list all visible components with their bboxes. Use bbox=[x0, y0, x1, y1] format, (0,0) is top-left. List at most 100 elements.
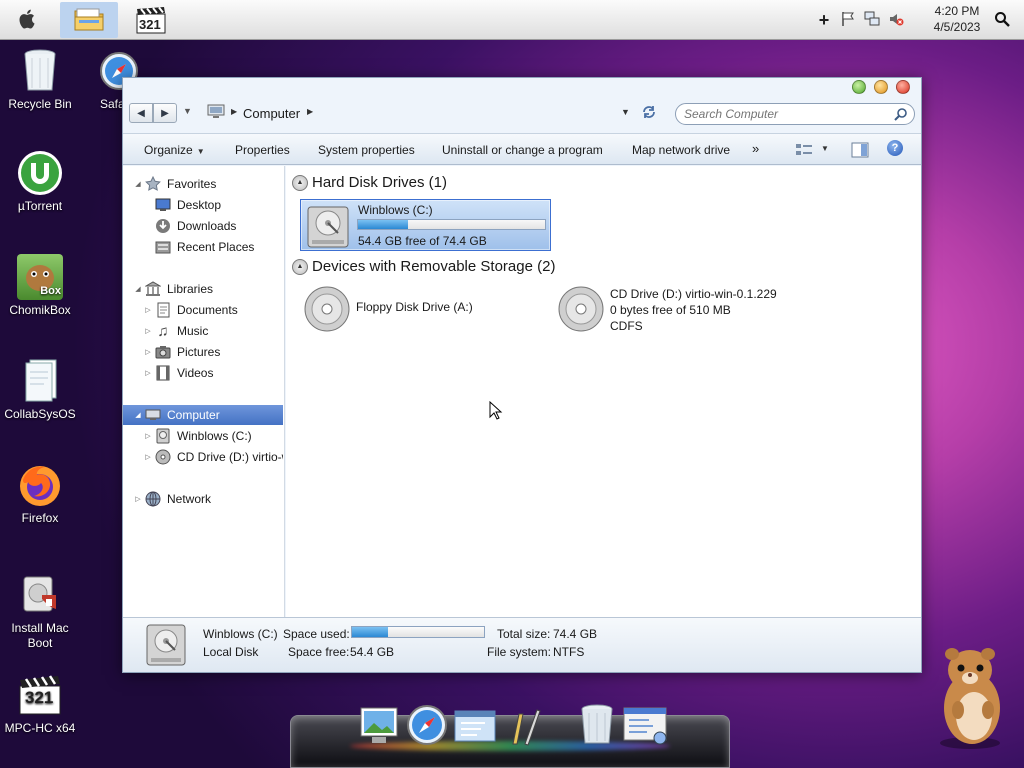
chevron-down-icon: ▼ bbox=[183, 106, 192, 116]
nav-item-drive-c[interactable]: ▷ Winblows (C:) bbox=[123, 426, 283, 446]
drive-name: Winblows (C:) bbox=[358, 203, 433, 217]
desktop-icon-recycle-bin[interactable]: Recycle Bin bbox=[0, 48, 80, 112]
nav-item-recent-places[interactable]: Recent Places bbox=[123, 237, 283, 257]
network-icon bbox=[864, 11, 880, 30]
document-folder-icon bbox=[17, 358, 63, 404]
drive-usage-bar bbox=[357, 219, 546, 230]
nav-item-music[interactable]: ▷ ♫ Music bbox=[123, 321, 283, 341]
dock-item-preview[interactable] bbox=[356, 703, 402, 749]
view-options-icon bbox=[795, 144, 813, 161]
menu-bar: 321 + 4:20 PM 4/5/2023 bbox=[0, 0, 1024, 40]
pen-tools-icon bbox=[503, 704, 543, 749]
breadcrumb-computer[interactable]: Computer bbox=[243, 106, 300, 121]
nav-item-label: Music bbox=[177, 324, 209, 338]
search-box[interactable] bbox=[675, 103, 915, 125]
nav-item-videos[interactable]: ▷ Videos bbox=[123, 363, 283, 383]
expand-arrow-icon[interactable]: ▷ bbox=[143, 348, 153, 356]
collapse-arrow-icon[interactable]: ◢ bbox=[133, 285, 143, 293]
search-icon[interactable] bbox=[894, 107, 908, 124]
collapse-arrow-icon[interactable]: ◢ bbox=[133, 411, 143, 419]
close-button[interactable] bbox=[896, 80, 910, 94]
desktop-icon-mpc-hc[interactable]: 321 MPC-HC x64 bbox=[0, 672, 80, 736]
nav-item-downloads[interactable]: Downloads bbox=[123, 216, 283, 236]
dock-item-editor[interactable] bbox=[500, 703, 546, 749]
hard-drive-icon bbox=[155, 428, 171, 444]
file-system-value: NTFS bbox=[553, 645, 585, 659]
mpc-hc-badge-text: 321 bbox=[25, 688, 54, 707]
refresh-button[interactable] bbox=[639, 103, 659, 123]
expand-arrow-icon[interactable]: ▷ bbox=[143, 432, 153, 440]
drive-tile-c[interactable]: Winblows (C:) 54.4 GB free of 74.4 GB bbox=[300, 199, 551, 251]
dock-item-trash[interactable] bbox=[574, 703, 620, 749]
desktop-icon-chomikbox[interactable]: Box ChomikBox bbox=[0, 254, 80, 318]
device-name: Floppy Disk Drive (A:) bbox=[356, 300, 473, 314]
map-network-drive-button[interactable]: Map network drive bbox=[632, 143, 730, 157]
forward-arrow-icon: ▶ bbox=[161, 107, 169, 119]
expand-arrow-icon[interactable]: ▷ bbox=[143, 306, 153, 314]
expand-arrow-icon[interactable]: ▷ bbox=[143, 327, 153, 335]
clock[interactable]: 4:20 PM 4/5/2023 bbox=[920, 3, 994, 35]
breadcrumb-separator-icon[interactable]: ▶ bbox=[307, 107, 313, 116]
nav-item-label: Desktop bbox=[177, 198, 222, 212]
hamster-mascot[interactable] bbox=[930, 640, 1012, 752]
nav-item-pictures[interactable]: ▷ Pictures bbox=[123, 342, 283, 362]
nav-item-documents[interactable]: ▷ Documents bbox=[123, 300, 283, 320]
help-button[interactable]: ? bbox=[887, 140, 903, 156]
expand-arrow-icon[interactable]: ▷ bbox=[143, 369, 153, 377]
taskbar-mpc-button[interactable]: 321 bbox=[130, 2, 172, 38]
nav-item-network[interactable]: ▷ Network bbox=[123, 489, 283, 509]
expand-arrow-icon[interactable]: ▷ bbox=[143, 453, 153, 461]
desktop-icon-label: Install Mac Boot bbox=[11, 621, 69, 650]
forward-button[interactable]: ▶ bbox=[153, 103, 177, 123]
flag-icon bbox=[840, 11, 856, 30]
search-input[interactable] bbox=[684, 107, 890, 121]
recent-pages-dropdown[interactable]: ▼ bbox=[183, 106, 192, 116]
back-button[interactable]: ◀ bbox=[129, 103, 153, 123]
music-note-icon: ♫ bbox=[157, 322, 169, 340]
nav-item-computer[interactable]: ◢ Computer bbox=[123, 405, 283, 425]
group-header-hard-disk-drives[interactable]: ▲ Hard Disk Drives (1) bbox=[292, 174, 447, 191]
nav-item-desktop[interactable]: Desktop bbox=[123, 195, 283, 215]
properties-button[interactable]: Properties bbox=[235, 143, 290, 157]
collapse-group-icon[interactable]: ▲ bbox=[292, 258, 308, 275]
volume-tray-button[interactable] bbox=[886, 10, 906, 30]
collapse-arrow-icon[interactable]: ◢ bbox=[133, 180, 143, 188]
system-properties-button[interactable]: System properties bbox=[318, 143, 415, 157]
nav-item-favorites[interactable]: ◢ Favorites bbox=[123, 174, 283, 194]
group-header-removable-storage[interactable]: ▲ Devices with Removable Storage (2) bbox=[292, 258, 555, 275]
minimize-button[interactable] bbox=[852, 80, 866, 94]
apple-menu-button[interactable] bbox=[10, 2, 46, 38]
change-view-button[interactable] bbox=[795, 142, 813, 161]
device-tile-floppy[interactable]: Floppy Disk Drive (A:) bbox=[304, 284, 524, 336]
dock-item-safari[interactable] bbox=[404, 703, 450, 749]
nav-item-libraries[interactable]: ◢ Libraries bbox=[123, 279, 283, 299]
star-icon bbox=[145, 176, 161, 192]
nav-item-drive-d[interactable]: ▷ CD Drive (D:) virtio-w bbox=[123, 447, 283, 467]
dock-item-settings[interactable] bbox=[622, 703, 668, 749]
view-options-dropdown[interactable]: ▼ bbox=[821, 144, 829, 153]
organize-button[interactable]: Organize ▼ bbox=[144, 143, 205, 157]
preview-pane-button[interactable] bbox=[851, 142, 869, 161]
breadcrumb-separator-icon[interactable]: ▶ bbox=[231, 107, 237, 116]
desktop-icon-collabsysos[interactable]: CollabSysOS bbox=[0, 358, 80, 422]
uninstall-program-button[interactable]: Uninstall or change a program bbox=[442, 143, 603, 157]
space-free-value: 54.4 GB bbox=[350, 645, 395, 659]
organize-label: Organize bbox=[144, 143, 193, 157]
network-tray-button[interactable] bbox=[862, 10, 882, 30]
action-center-button[interactable] bbox=[838, 10, 858, 30]
add-tray-button[interactable]: + bbox=[814, 10, 834, 30]
desktop-icon-utorrent[interactable]: µTorrent bbox=[0, 150, 80, 214]
desktop-icon-install-mac-boot[interactable]: Install Mac Boot bbox=[0, 572, 80, 651]
dock-item-finder[interactable] bbox=[452, 703, 498, 749]
taskbar-explorer-button[interactable] bbox=[60, 2, 118, 38]
maximize-button[interactable] bbox=[874, 80, 888, 94]
collapse-group-icon[interactable]: ▲ bbox=[292, 174, 308, 191]
expand-arrow-icon[interactable]: ▷ bbox=[133, 495, 143, 503]
desktop-icon-firefox[interactable]: Firefox bbox=[0, 462, 80, 526]
installer-icon bbox=[17, 572, 63, 618]
volume-muted-icon bbox=[888, 11, 904, 30]
more-commands-button[interactable]: » bbox=[752, 141, 759, 156]
address-history-dropdown[interactable]: ▼ bbox=[621, 107, 630, 117]
device-tile-cd-drive[interactable]: CD Drive (D:) virtio-win-0.1.229 0 bytes… bbox=[558, 284, 818, 336]
spotlight-search-button[interactable] bbox=[992, 10, 1012, 30]
